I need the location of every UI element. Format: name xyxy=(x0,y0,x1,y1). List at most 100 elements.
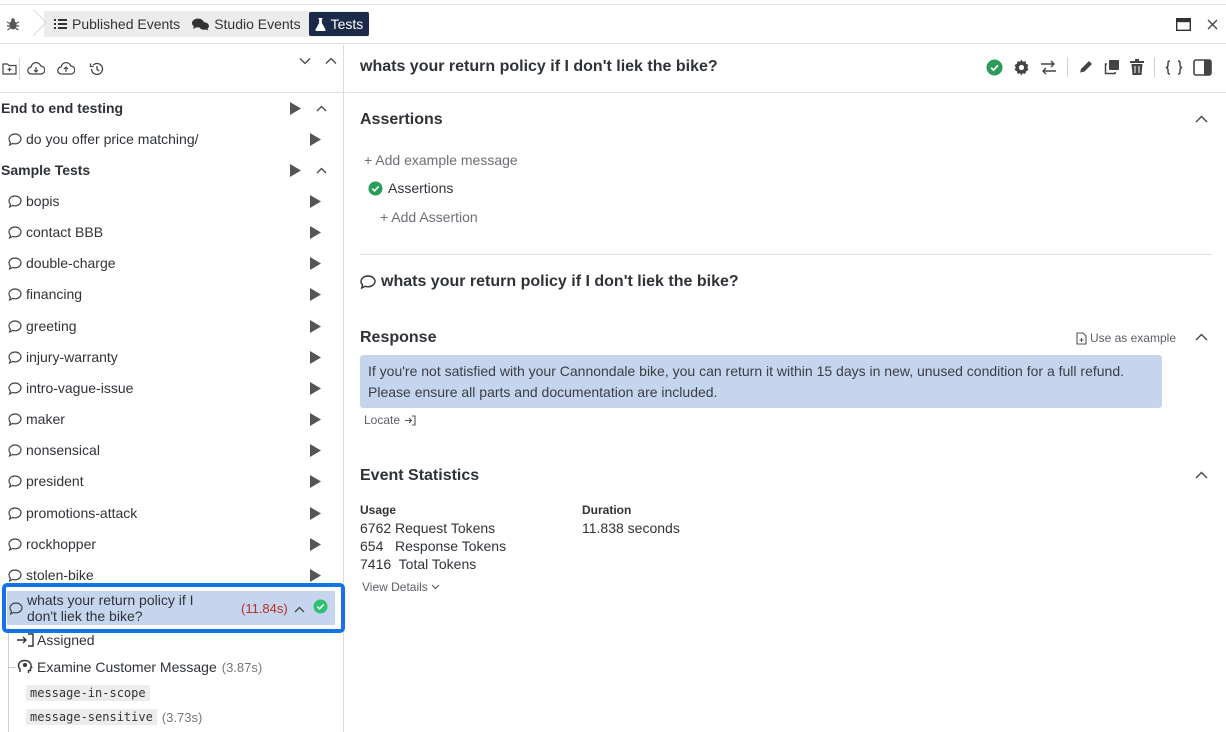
chat-bubble-icon xyxy=(8,443,26,457)
pencil-icon[interactable] xyxy=(1078,59,1094,75)
play-icon[interactable] xyxy=(304,194,326,208)
tag-label: message-in-scope xyxy=(26,685,150,701)
test-item-label: rockhopper xyxy=(26,536,97,552)
usage-label: Usage xyxy=(360,503,397,517)
chevron-down-icon[interactable] xyxy=(299,57,311,65)
play-icon[interactable] xyxy=(304,287,326,301)
close-icon[interactable] xyxy=(1207,19,1218,30)
group-label: End to end testing xyxy=(1,100,124,116)
trace-label: Assigned xyxy=(37,632,95,648)
trace-examine-message[interactable]: Examine Customer Message (3.87s) xyxy=(8,658,262,676)
side-panel-icon[interactable] xyxy=(1193,58,1212,76)
add-example-message-button[interactable]: + Add example message xyxy=(364,152,518,168)
test-item-label: contact BBB xyxy=(26,224,104,240)
flask-icon xyxy=(314,17,326,31)
test-item[interactable]: contact BBB xyxy=(0,218,340,246)
assertions-section-title: Assertions xyxy=(360,111,443,128)
test-item[interactable]: financing xyxy=(0,280,340,308)
test-item[interactable]: rockhopper xyxy=(0,530,340,558)
play-icon[interactable] xyxy=(304,132,326,146)
tab-tests[interactable]: Tests xyxy=(308,12,370,36)
play-icon[interactable] xyxy=(304,350,326,364)
swap-icon[interactable] xyxy=(1040,60,1057,75)
test-item[interactable]: injury-warranty xyxy=(0,343,340,371)
play-icon[interactable] xyxy=(304,443,326,457)
tag-label: message-sensitive xyxy=(26,709,157,725)
chat-bubble-icon xyxy=(8,287,26,301)
test-detail-panel: whats your return policy if I don't liek… xyxy=(345,45,1226,732)
play-icon[interactable] xyxy=(304,256,326,270)
test-group-end-to-end[interactable]: End to end testing xyxy=(0,94,340,122)
cloud-download-icon[interactable] xyxy=(21,54,51,84)
test-item[interactable]: promotions-attack xyxy=(0,499,340,527)
test-message-text: whats your return policy if I don't liek… xyxy=(381,273,739,290)
test-item[interactable]: intro-vague-issue xyxy=(0,374,340,402)
play-icon[interactable] xyxy=(304,412,326,426)
cloud-upload-icon[interactable] xyxy=(51,54,81,84)
chat-bubble-icon xyxy=(8,474,26,488)
test-item[interactable]: nonsensical xyxy=(0,436,340,464)
gear-icon[interactable] xyxy=(1013,59,1030,76)
assertions-item-label: Assertions xyxy=(388,180,454,196)
trace-assigned[interactable]: Assigned xyxy=(16,631,95,649)
test-item[interactable]: greeting xyxy=(0,312,340,340)
trace-tag-sensitive[interactable]: message-sensitive (3.73s) xyxy=(26,708,202,726)
assertions-item[interactable]: Assertions xyxy=(368,180,453,196)
play-icon[interactable] xyxy=(304,537,326,551)
history-icon[interactable] xyxy=(81,54,111,84)
use-as-example-button[interactable]: Use as example xyxy=(1076,331,1176,345)
tab-published-events[interactable]: Published Events xyxy=(48,12,186,36)
play-icon[interactable] xyxy=(304,225,326,239)
play-icon[interactable] xyxy=(304,568,326,582)
chevron-up-icon[interactable] xyxy=(314,167,328,174)
test-group-sample-tests[interactable]: Sample Tests xyxy=(0,156,340,184)
play-icon[interactable] xyxy=(284,163,306,177)
chat-bubble-icon xyxy=(8,506,26,520)
code-braces-icon[interactable] xyxy=(1165,59,1183,75)
test-item[interactable]: double-charge xyxy=(0,249,340,277)
test-item[interactable]: bopis xyxy=(0,187,340,215)
chevron-up-icon[interactable] xyxy=(1195,333,1208,341)
add-assertion-button[interactable]: + Add Assertion xyxy=(380,209,478,225)
duplicate-icon[interactable] xyxy=(1104,59,1120,75)
test-item[interactable]: president xyxy=(0,467,340,495)
window-controls xyxy=(1176,5,1226,43)
locate-label: Locate xyxy=(364,413,401,427)
locate-button[interactable]: Locate xyxy=(364,413,416,427)
chevron-up-icon[interactable] xyxy=(1195,115,1208,123)
chevron-up-icon[interactable] xyxy=(1195,471,1208,479)
response-section-title: Response xyxy=(360,329,437,346)
trash-icon[interactable] xyxy=(1130,59,1144,75)
play-icon[interactable] xyxy=(304,506,326,520)
play-icon[interactable] xyxy=(304,319,326,333)
toolbar-divider xyxy=(19,57,20,80)
chevron-up-icon[interactable] xyxy=(325,57,337,65)
tab-studio-events[interactable]: Studio Events xyxy=(186,12,306,36)
test-item[interactable]: maker xyxy=(0,405,340,433)
chevron-up-icon[interactable] xyxy=(314,105,328,112)
maximize-icon[interactable] xyxy=(1176,17,1191,31)
test-item-label: greeting xyxy=(26,318,77,334)
chat-bubble-icon xyxy=(8,537,26,551)
group-label: Sample Tests xyxy=(1,162,91,178)
test-item-label: promotions-attack xyxy=(26,505,138,521)
test-item-label: nonsensical xyxy=(26,442,100,458)
file-add-icon xyxy=(1076,331,1087,345)
trace-time: (3.87s) xyxy=(221,659,263,675)
tab-label: Published Events xyxy=(72,16,181,32)
new-folder-icon[interactable] xyxy=(0,54,18,84)
chat-bubble-icon xyxy=(8,412,26,426)
view-details-button[interactable]: View Details xyxy=(362,580,440,594)
chat-bubble-icon xyxy=(8,319,26,333)
trace-label: Examine Customer Message xyxy=(37,659,217,675)
test-item-label: bopis xyxy=(26,193,60,209)
event-statistics-title: Event Statistics xyxy=(360,467,480,484)
play-icon[interactable] xyxy=(284,101,306,115)
detail-toolbar xyxy=(986,57,1212,77)
test-item[interactable]: do you offer price matching/ xyxy=(0,125,340,153)
duration-stats: Duration 11.838 seconds xyxy=(582,501,680,537)
tab-label: Tests xyxy=(330,16,364,32)
play-icon[interactable] xyxy=(304,381,326,395)
trace-tag-in-scope[interactable]: message-in-scope xyxy=(26,684,150,702)
play-icon[interactable] xyxy=(304,474,326,488)
